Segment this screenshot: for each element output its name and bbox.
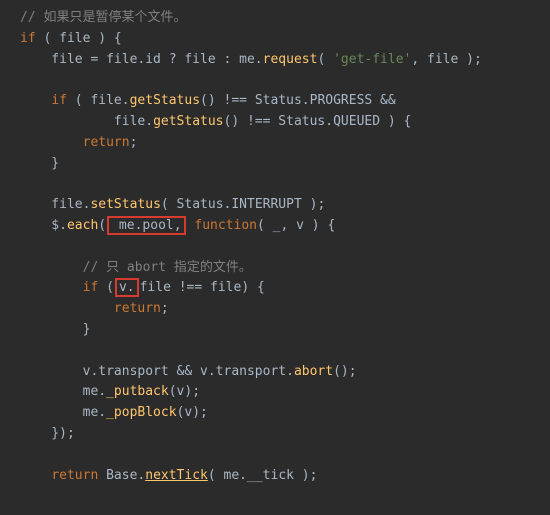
blank-line <box>20 237 550 258</box>
blank-line <box>20 70 550 91</box>
highlight-box-v: v. <box>115 278 139 297</box>
method-putback: _putback <box>106 384 169 399</box>
highlight-box-pool: me.pool, <box>107 216 185 235</box>
method-each: each <box>67 218 98 233</box>
code-line: me._putback(v); <box>20 382 550 403</box>
code-line: $.each( me.pool, function( _, v ) { <box>20 216 550 237</box>
code-line: }); <box>20 424 550 445</box>
code-editor[interactable]: // 如果只是暂停某个文件。 if ( file ) { file = file… <box>0 0 550 494</box>
code-line: return; <box>20 299 550 320</box>
comment: // 如果只是暂停某个文件。 <box>20 10 186 25</box>
code-line: if (v.file !== file) { <box>20 278 550 299</box>
keyword-return: return <box>114 301 161 316</box>
method-popblock: _popBlock <box>106 405 176 420</box>
keyword-if: if <box>51 93 67 108</box>
code-line: file = file.id ? file : me.request( 'get… <box>20 50 550 71</box>
code-line: v.transport && v.transport.abort(); <box>20 362 550 383</box>
string-literal: 'get-file' <box>333 52 411 67</box>
keyword-return: return <box>83 135 130 150</box>
keyword-if: if <box>83 280 99 295</box>
blank-line <box>20 445 550 466</box>
code-line: // 如果只是暂停某个文件。 <box>20 8 550 29</box>
code-line: } <box>20 320 550 341</box>
blank-line <box>20 174 550 195</box>
method-request: request <box>263 52 318 67</box>
method-getstatus: getStatus <box>153 114 223 129</box>
code-line: return; <box>20 133 550 154</box>
code-line: if ( file.getStatus() !== Status.PROGRES… <box>20 91 550 112</box>
code-line: // 只 abort 指定的文件。 <box>20 258 550 279</box>
comment: // 只 abort 指定的文件。 <box>20 260 252 275</box>
code-line: } <box>20 154 550 175</box>
method-abort: abort <box>294 364 333 379</box>
keyword-return: return <box>51 468 98 483</box>
keyword-if: if <box>20 31 36 46</box>
code-line: me._popBlock(v); <box>20 403 550 424</box>
blank-line <box>20 341 550 362</box>
method-nexttick: nextTick <box>145 468 208 483</box>
keyword-function: function <box>194 218 257 233</box>
method-getstatus: getStatus <box>130 93 200 108</box>
code-line: return Base.nextTick( me.__tick ); <box>20 466 550 487</box>
code-line: if ( file ) { <box>20 29 550 50</box>
method-setstatus: setStatus <box>90 197 160 212</box>
code-line: file.setStatus( Status.INTERRUPT ); <box>20 195 550 216</box>
code-line: file.getStatus() !== Status.QUEUED ) { <box>20 112 550 133</box>
